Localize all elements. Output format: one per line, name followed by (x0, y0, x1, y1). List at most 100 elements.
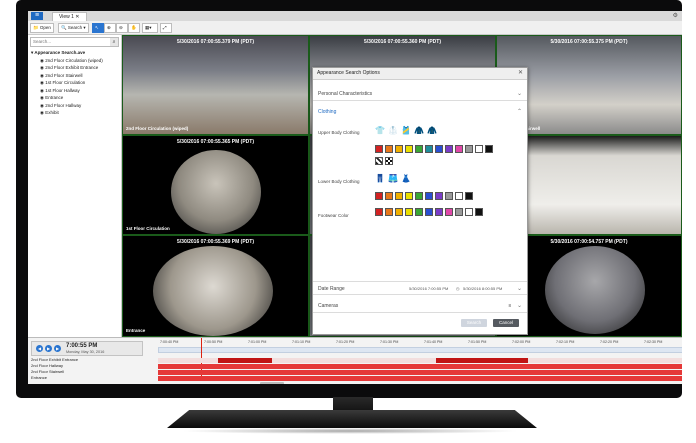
pattern-stripes-swatch[interactable] (375, 157, 383, 165)
timeline-overview-track[interactable] (158, 347, 682, 353)
search-button[interactable]: 🔍 Search ▾ (58, 23, 89, 33)
color-swatch[interactable] (425, 192, 433, 200)
color-swatch[interactable] (475, 145, 483, 153)
pan-icon[interactable]: ✋ (128, 23, 140, 33)
tshirt-icon[interactable]: 👕 (375, 126, 385, 135)
timeline-track[interactable] (158, 370, 682, 375)
tree-item[interactable]: ◉ 2nd Floor Hallway (31, 102, 117, 110)
color-swatch[interactable] (445, 208, 453, 216)
dialog-title-bar: Appearance Search Options ✕ (313, 68, 527, 80)
layout-icon[interactable]: ▦▾ (142, 23, 158, 33)
date-range-end[interactable]: 5/30/2016 8:00:55 PM (463, 282, 502, 296)
color-swatch[interactable] (465, 192, 473, 200)
color-swatch[interactable] (435, 192, 443, 200)
tree-item[interactable]: ◉ 2nd Floor Circulation (wiped) (31, 57, 117, 65)
color-swatch[interactable] (385, 192, 393, 200)
color-swatch[interactable] (375, 208, 383, 216)
color-swatch[interactable] (445, 192, 453, 200)
tree-item[interactable]: ◉ 2nd Floor Exhibit Entrance (31, 64, 117, 72)
timeline-tick-label: 7:02:20 PM (600, 340, 619, 344)
motion-segment[interactable] (218, 358, 272, 363)
dialog-cancel-button[interactable]: Cancel (493, 319, 519, 327)
timeline-track[interactable] (158, 364, 682, 369)
pointer-icon[interactable]: ↖ (92, 23, 104, 33)
clothing-section[interactable]: Clothing ⌃ (313, 105, 527, 119)
color-swatch[interactable] (375, 192, 383, 200)
color-swatch[interactable] (395, 145, 403, 153)
tree-item[interactable]: ◉ Exhibit (31, 109, 117, 117)
fisheye-view (153, 246, 273, 336)
chevron-down-icon: ⌄ (516, 286, 522, 292)
color-swatch[interactable] (385, 145, 393, 153)
color-swatch[interactable] (435, 208, 443, 216)
color-swatch[interactable] (385, 208, 393, 216)
color-swatch[interactable] (415, 192, 423, 200)
personal-characteristics-section[interactable]: Personal Characteristics ⌄ (313, 87, 527, 101)
jacket-icon[interactable]: 🧥 (414, 126, 424, 135)
color-swatch[interactable] (455, 145, 463, 153)
camera-tile[interactable]: 5/30/2016 07:00:55.379 PM (PDT) 2nd Floo… (122, 35, 309, 135)
cameras-section[interactable]: Cameras 8 ⌄ (313, 299, 527, 313)
color-swatch[interactable] (425, 208, 433, 216)
longsleeve-icon[interactable]: 🥼 (388, 126, 398, 135)
tanktop-icon[interactable]: 🎽 (401, 126, 411, 135)
timeline-track[interactable] (158, 376, 682, 381)
section-label: Clothing (318, 109, 337, 115)
color-swatch[interactable] (475, 208, 483, 216)
color-swatch[interactable] (415, 208, 423, 216)
color-swatch[interactable] (395, 208, 403, 216)
camera-timestamp: 5/30/2016 07:00:55.369 PM (PDT) (177, 239, 254, 245)
play-icon[interactable]: ▶ (45, 345, 52, 352)
close-icon[interactable]: ✕ (518, 68, 523, 79)
date-range-section[interactable]: Date Range 5/30/2016 7:00:55 PM ◷ 5/30/2… (313, 281, 527, 295)
color-swatch[interactable] (465, 208, 473, 216)
color-swatch[interactable] (485, 145, 493, 153)
camera-tile[interactable]: 5/30/2016 07:00:55.369 PM (PDT) Entrance (122, 235, 309, 337)
color-swatch[interactable] (405, 145, 413, 153)
shorts-icon[interactable]: 🩳 (388, 174, 398, 183)
tree-item-label: Exhibit (45, 110, 59, 115)
zoom-out-icon[interactable]: ⊖ (116, 23, 128, 33)
zoom-in-icon[interactable]: ⊕ (104, 23, 116, 33)
clock-time: 7:00:55 PM (66, 343, 98, 349)
tree-item[interactable]: ◉ 2nd Floor Stairwell (31, 72, 117, 80)
skirt-icon[interactable]: 👗 (401, 174, 411, 183)
tree-root[interactable]: ▾ Appearance Search.ave (31, 49, 117, 57)
camera-tree: ▾ Appearance Search.ave ◉ 2nd Floor Circ… (31, 49, 117, 117)
search-icon[interactable]: ⌕ (110, 38, 118, 46)
tree-item[interactable]: ◉ 1st Floor Circulation (31, 79, 117, 87)
color-swatch[interactable] (405, 208, 413, 216)
date-range-start[interactable]: 5/30/2016 7:00:55 PM (409, 282, 448, 296)
timeline-scrollbar[interactable] (260, 382, 284, 384)
pattern-check-swatch[interactable] (385, 157, 393, 165)
color-swatch[interactable] (375, 145, 383, 153)
color-swatch[interactable] (405, 192, 413, 200)
dialog-search-button[interactable]: Search (461, 319, 487, 327)
gear-icon[interactable]: ⚙ (673, 12, 678, 19)
search-input[interactable] (31, 38, 111, 45)
timeline-tick-label: 7:01:50 PM (468, 340, 487, 344)
color-swatch[interactable] (435, 145, 443, 153)
camera-tile[interactable]: 5/30/2016 07:00:55.365 PM (PDT) 1st Floo… (122, 135, 309, 235)
color-swatch[interactable] (465, 145, 473, 153)
color-swatch[interactable] (455, 208, 463, 216)
pants-icon[interactable]: 👖 (375, 174, 385, 183)
camera-timestamp: 5/30/2016 07:00:55.379 PM (PDT) (177, 39, 254, 45)
timeline-tick-label: 7:02:00 PM (512, 340, 531, 344)
color-swatch[interactable] (425, 145, 433, 153)
motion-segment[interactable] (436, 358, 528, 363)
tree-item[interactable]: ◉ Entrance (31, 94, 117, 102)
hamburger-icon[interactable]: ≡ (31, 12, 43, 20)
fullscreen-icon[interactable]: ⤢ (160, 23, 172, 33)
color-swatch[interactable] (395, 192, 403, 200)
rewind-icon[interactable]: ◀ (36, 345, 43, 352)
color-swatch[interactable] (415, 145, 423, 153)
color-swatch[interactable] (455, 192, 463, 200)
timeline-panel: ◀ ▶ ▶ 7:00:55 PM Monday, May 30, 2016 7:… (28, 337, 682, 384)
timeline-tick-label: 7:02:30 PM (644, 340, 663, 344)
open-button[interactable]: 📁 Open (30, 23, 54, 33)
forward-icon[interactable]: ▶ (54, 345, 61, 352)
color-swatch[interactable] (445, 145, 453, 153)
tree-item[interactable]: ◉ 1st Floor Hallway (31, 87, 117, 95)
coat-icon[interactable]: 🧥 (427, 126, 437, 135)
